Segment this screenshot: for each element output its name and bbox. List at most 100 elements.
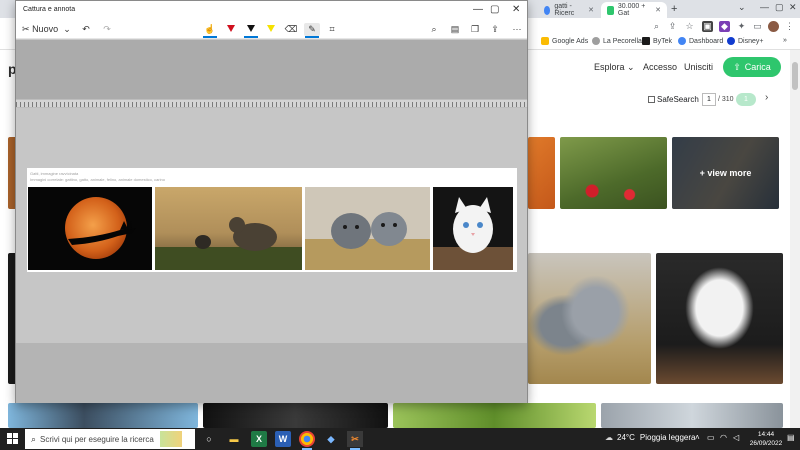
gallery-photo[interactable] bbox=[8, 403, 198, 428]
safesearch-checkbox[interactable] bbox=[648, 96, 655, 103]
gallery-photo[interactable] bbox=[528, 137, 555, 209]
redo-icon[interactable]: ↷ bbox=[101, 23, 113, 36]
upload-label: Carica bbox=[744, 62, 771, 72]
volume-icon[interactable]: ◁ bbox=[733, 433, 739, 442]
tab-pexels[interactable]: 30.000 + Gat ✕ bbox=[601, 2, 667, 18]
gallery-photo[interactable] bbox=[656, 253, 783, 384]
view-more-label: + view more bbox=[672, 137, 779, 209]
share-icon[interactable]: ⇪ bbox=[488, 23, 502, 36]
bookmark-item[interactable]: Disney+ bbox=[727, 37, 763, 45]
safesearch-toggle[interactable]: SafeSearch bbox=[648, 95, 699, 104]
canvas-area[interactable] bbox=[16, 40, 527, 99]
gallery-photo[interactable] bbox=[393, 403, 596, 428]
google-favicon-icon bbox=[544, 5, 551, 15]
tool-indicator bbox=[305, 36, 319, 38]
ballpoint-pen-tool[interactable] bbox=[223, 23, 239, 36]
bookmark-item[interactable]: La Pecorella bbox=[592, 37, 642, 45]
next-page-icon[interactable]: › bbox=[765, 92, 768, 103]
nav-label: Esplora bbox=[594, 62, 625, 72]
avatar[interactable] bbox=[768, 21, 779, 32]
snip-sketch-window: Cattura e annota — ▢ ✕ ✂ Nuovo ⌄ ↶ ↷ ☝ ⌫… bbox=[15, 0, 528, 403]
nav-unisciti[interactable]: Unisciti bbox=[684, 62, 713, 72]
word-icon[interactable]: W bbox=[275, 431, 291, 447]
file-explorer-icon[interactable]: ▬ bbox=[226, 431, 242, 447]
new-tab-button[interactable]: + bbox=[671, 3, 677, 15]
chevron-down-icon[interactable]: ⌄ bbox=[62, 23, 72, 36]
star-icon[interactable]: ☆ bbox=[684, 21, 695, 32]
safesearch-label: SafeSearch bbox=[657, 95, 699, 104]
close-icon[interactable]: ✕ bbox=[789, 2, 797, 13]
close-icon[interactable]: ✕ bbox=[512, 4, 520, 15]
snipping-app-icon[interactable]: ◆ bbox=[323, 431, 339, 447]
touch-writing-tool[interactable]: ☝ bbox=[202, 23, 218, 38]
maximize-icon[interactable]: ▢ bbox=[490, 4, 499, 15]
bookmark-item[interactable]: ByTek bbox=[642, 37, 672, 45]
maximize-icon[interactable]: ▢ bbox=[775, 2, 784, 13]
canvas-area[interactable] bbox=[16, 343, 527, 403]
scrollbar-thumb[interactable] bbox=[792, 62, 798, 90]
zoom-icon[interactable]: ⌕ bbox=[651, 21, 662, 32]
zoom-icon[interactable]: ⌕ bbox=[427, 23, 441, 36]
task-view-icon[interactable]: ○ bbox=[201, 431, 217, 447]
puzzle-icon[interactable]: ✦ bbox=[736, 21, 747, 32]
undo-icon[interactable]: ↶ bbox=[80, 23, 92, 36]
menu-icon[interactable]: ⋮ bbox=[784, 21, 795, 32]
snip-title: Cattura e annota bbox=[23, 6, 76, 13]
snip-sketch-icon[interactable]: ✂ bbox=[347, 431, 363, 450]
new-label: Nuovo bbox=[32, 24, 59, 34]
windows-logo-icon bbox=[7, 439, 12, 444]
taskbar-search[interactable]: ⌕ Scrivi qui per eseguire la ricerca bbox=[25, 429, 195, 449]
close-tab-icon[interactable]: ✕ bbox=[655, 6, 661, 14]
chevron-down-icon: ⌄ bbox=[627, 62, 635, 72]
ruler-tool[interactable]: ✎ bbox=[304, 23, 320, 38]
highlighter-tool[interactable] bbox=[263, 23, 279, 36]
gallery-photo[interactable] bbox=[528, 253, 651, 384]
share-icon[interactable]: ⇪ bbox=[667, 21, 678, 32]
copy-icon[interactable]: ❐ bbox=[468, 23, 482, 36]
weather-widget[interactable]: ☁ 24°C Pioggia leggera bbox=[605, 433, 695, 442]
search-highlight-image bbox=[159, 431, 182, 447]
minimize-icon[interactable]: — bbox=[473, 4, 483, 15]
nav-esplora[interactable]: Esplora ⌄ bbox=[594, 62, 635, 73]
chevron-up-icon[interactable]: ˄ bbox=[695, 433, 700, 442]
captured-screenshot[interactable]: Gatti, immagine ravvicinata Immagini cor… bbox=[27, 168, 517, 272]
nav-accesso[interactable]: Accesso bbox=[643, 62, 677, 72]
ruler-overlay[interactable] bbox=[16, 99, 527, 108]
chrome-icon[interactable] bbox=[299, 431, 315, 450]
snip-icon: ✂ bbox=[22, 24, 30, 34]
start-button[interactable] bbox=[7, 433, 19, 445]
bookmark-item[interactable]: Dashboard bbox=[678, 37, 723, 45]
eraser-icon[interactable]: ⌫ bbox=[283, 23, 299, 36]
network-icon[interactable]: ▭ bbox=[707, 433, 715, 442]
upload-button[interactable]: ⇧ Carica bbox=[723, 57, 781, 77]
more-bookmarks-icon[interactable]: » bbox=[783, 37, 787, 44]
page-button[interactable]: 1 bbox=[736, 93, 756, 106]
moon-cat-image bbox=[65, 197, 136, 259]
close-tab-icon[interactable]: ✕ bbox=[588, 6, 594, 14]
gallery-photo[interactable] bbox=[203, 403, 388, 428]
excel-icon[interactable]: X bbox=[251, 431, 267, 447]
notifications-icon[interactable]: ▤ bbox=[787, 433, 795, 442]
gallery-photo[interactable] bbox=[601, 403, 783, 428]
disney-icon bbox=[727, 37, 735, 45]
save-icon[interactable]: ▤ bbox=[448, 23, 462, 36]
page-input[interactable]: 1 bbox=[702, 93, 716, 106]
ballpoint-pen-icon bbox=[227, 25, 235, 32]
minimize-icon[interactable]: — bbox=[760, 2, 769, 12]
bookmark-item[interactable]: Google Ads bbox=[541, 37, 588, 45]
crop-icon[interactable]: ⌗ bbox=[324, 23, 340, 36]
chevron-down-icon[interactable]: ⌄ bbox=[738, 2, 746, 13]
tab-label: 30.000 + Gat bbox=[617, 3, 646, 17]
extension-icon[interactable]: ▣ bbox=[702, 21, 713, 32]
more-icon[interactable]: ··· bbox=[510, 23, 524, 36]
taskbar-clock[interactable]: 14:44 26/09/2022 bbox=[748, 430, 784, 448]
tab-google-search[interactable]: gatti - Ricerc ✕ bbox=[538, 2, 600, 18]
pencil-tool[interactable] bbox=[243, 23, 259, 38]
extension-icon[interactable]: ◆ bbox=[719, 21, 730, 32]
new-snip-button[interactable]: ✂ Nuovo bbox=[22, 23, 64, 36]
wifi-icon[interactable]: ◠ bbox=[720, 433, 727, 442]
gallery-photo[interactable] bbox=[560, 137, 667, 209]
gallery-photo-view-more[interactable]: + view more bbox=[672, 137, 779, 209]
sidebar-icon[interactable]: ▭ bbox=[752, 21, 763, 32]
page-scrollbar[interactable] bbox=[790, 50, 800, 428]
